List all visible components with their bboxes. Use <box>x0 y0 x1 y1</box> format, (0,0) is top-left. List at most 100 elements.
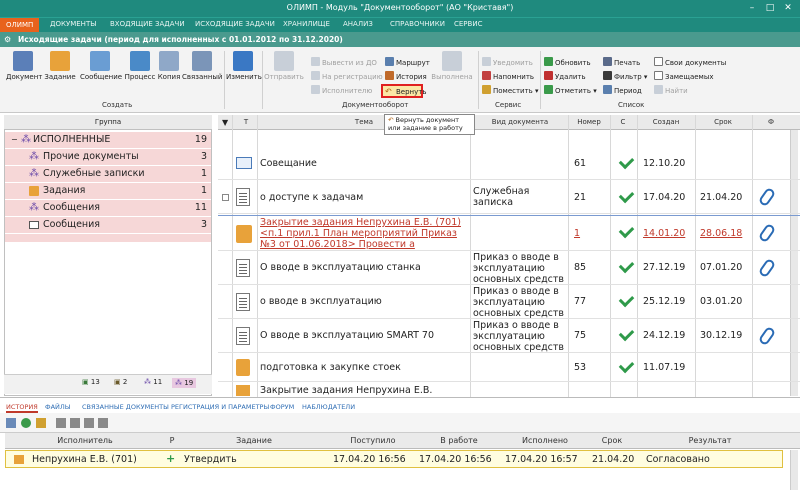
maximize-icon[interactable]: □ <box>762 2 778 15</box>
print-icon[interactable] <box>70 418 80 428</box>
history-scrollbar[interactable] <box>790 450 798 490</box>
refresh-button[interactable]: Обновить <box>544 57 591 67</box>
done-button[interactable]: Выполнена <box>430 51 474 81</box>
edit-icon[interactable] <box>6 418 16 428</box>
group-item-messages[interactable]: ⁂ Сообщения 11 <box>5 200 211 216</box>
footer-count-all[interactable]: ⁂ 19 <box>172 378 197 388</box>
remind-button[interactable]: Напомнить <box>482 71 534 81</box>
col-number[interactable]: Номер <box>569 118 609 126</box>
print-button[interactable]: Печать <box>603 57 640 67</box>
message-icon <box>236 157 252 169</box>
folder-icon[interactable] <box>36 418 46 428</box>
menu-incoming-tasks[interactable]: ВХОДЯЩИЕ ЗАДАЧИ <box>110 20 185 28</box>
history-row[interactable]: Непрухина Е.В. (701) + Утвердить 17.04.2… <box>5 450 783 468</box>
col-executed[interactable]: Исполнено <box>503 436 587 445</box>
group-icon: ⁂ <box>29 151 39 162</box>
people-icon[interactable] <box>84 418 94 428</box>
to-executor-button[interactable]: Исполнителю <box>311 85 372 95</box>
history-button[interactable]: История <box>385 71 427 81</box>
tab-forum[interactable]: ФОРУМ <box>270 403 294 411</box>
paperclip-icon[interactable] <box>757 325 777 347</box>
col-status[interactable]: С <box>611 118 635 126</box>
group-item-other-docs[interactable]: ⁂ Прочие документы 3 <box>5 149 211 165</box>
create-linked-button[interactable]: Связанный <box>182 51 222 81</box>
table-row[interactable]: Закрытие задания Непрухина Е.В. <box>218 383 800 396</box>
col-doc-kind[interactable]: Вид документа <box>472 118 568 126</box>
col-received[interactable]: Поступило <box>331 436 415 445</box>
group-icon[interactable] <box>98 418 108 428</box>
create-document-button[interactable]: Документ <box>6 51 42 81</box>
table-row[interactable]: Совещание 61 12.10.20 <box>218 148 800 180</box>
mark-button[interactable]: Отметить ▾ <box>544 85 597 95</box>
to-registration-button[interactable]: На регистрацию <box>311 71 383 81</box>
find-button[interactable]: Найти <box>654 85 688 95</box>
notify-button[interactable]: Уведомить <box>482 57 533 67</box>
substituted-checkbox[interactable]: Замещаемых <box>654 71 714 81</box>
table-row[interactable]: О вводе в эксплуатацию SMART 70 Приказ о… <box>218 320 800 353</box>
create-process-button[interactable]: Процесс <box>124 51 156 81</box>
group-icon: ⁂ <box>29 202 39 213</box>
own-documents-checkbox[interactable]: Свои документы <box>654 57 726 67</box>
paperclip-icon[interactable] <box>757 257 777 279</box>
group-item-memos[interactable]: ⁂ Служебные записки 1 <box>5 166 211 182</box>
row-checkbox[interactable] <box>222 194 229 201</box>
create-copy-button[interactable]: Копия <box>156 51 182 81</box>
table-row[interactable]: о вводе в эксплуатацию Приказ о вводе в … <box>218 286 800 319</box>
table-row[interactable]: О вводе в эксплуатацию станка Приказ о в… <box>218 252 800 285</box>
minimize-icon[interactable]: – <box>744 2 760 15</box>
footer-count-tasks[interactable]: ▣ 2 <box>114 378 127 386</box>
menu-references[interactable]: СПРАВОЧНИКИ <box>390 20 445 28</box>
col-in-work[interactable]: В работе <box>417 436 501 445</box>
col-r[interactable]: Р <box>165 436 179 445</box>
create-task-button[interactable]: Задание <box>44 51 76 81</box>
footer-count-messages[interactable]: ⁂ 11 <box>144 378 162 386</box>
table-row[interactable]: о доступе к задачам Служебная записка 21… <box>218 181 800 214</box>
col-created[interactable]: Создан <box>638 118 694 126</box>
menu-outgoing-tasks[interactable]: ИСХОДЯЩИЕ ЗАДАЧИ <box>195 20 275 28</box>
col-deadline[interactable]: Срок <box>695 118 751 126</box>
col-type[interactable]: Т <box>236 118 256 126</box>
col-assignment[interactable]: Задание <box>179 436 329 445</box>
remove-from-docflow-button[interactable]: Вывести из ДО <box>311 57 377 67</box>
menu-olimp[interactable]: ОЛИМП <box>0 18 40 33</box>
filter-icon[interactable]: ▼ <box>222 118 228 127</box>
tab-registration[interactable]: РЕГИСТРАЦИЯ И ПАРАМЕТРЫ <box>171 403 269 411</box>
close-icon[interactable]: ✕ <box>780 2 796 15</box>
footer-count-documents[interactable]: ▣ 13 <box>82 378 100 386</box>
paperclip-icon[interactable] <box>757 222 777 244</box>
refresh-icon[interactable] <box>21 418 31 428</box>
settings-icon[interactable] <box>56 418 66 428</box>
group-item-messages-2[interactable]: Сообщения 3 <box>5 217 211 233</box>
table-row[interactable]: Закрытие задания Непрухина Е.В. (701) <п… <box>218 215 800 251</box>
table-row[interactable]: подготовка к закупке стоек 53 11.07.19 <box>218 354 800 382</box>
route-button[interactable]: Маршрут <box>385 57 430 67</box>
edit-button[interactable]: Изменить <box>226 51 262 81</box>
col-deadline[interactable]: Срок <box>589 436 635 445</box>
group-icon: ⁂ <box>144 378 151 386</box>
collapse-icon[interactable]: − <box>11 135 18 144</box>
menu-documents[interactable]: ДОКУМЕНТЫ <box>50 20 96 28</box>
history-header: Исполнитель Р Задание Поступило В работе… <box>5 433 800 449</box>
tab-linked-documents[interactable]: СВЯЗАННЫЕ ДОКУМЕНТЫ <box>82 403 169 411</box>
group-item-tasks[interactable]: Задания 1 <box>5 183 211 199</box>
delete-button[interactable]: Удалить <box>544 71 586 81</box>
tab-files[interactable]: ФАЙЛЫ <box>45 403 71 411</box>
col-file[interactable]: Ф <box>754 118 788 126</box>
history-toolbar <box>0 413 800 433</box>
group-item-completed[interactable]: − ⁂ ИСПОЛНЕННЫЕ 19 <box>5 132 211 148</box>
menu-service[interactable]: СЕРВИС <box>454 20 482 28</box>
menu-storage[interactable]: ХРАНИЛИЩЕ <box>283 20 330 28</box>
tab-observers[interactable]: НАБЛЮДАТЕЛИ <box>302 403 355 411</box>
document-icon <box>236 327 250 345</box>
col-executor[interactable]: Исполнитель <box>5 436 165 445</box>
paperclip-icon[interactable] <box>757 186 777 208</box>
col-result[interactable]: Результат <box>637 436 783 445</box>
filter-button[interactable]: Фильтр ▾ <box>603 71 647 81</box>
place-button[interactable]: Поместить ▾ <box>482 85 539 95</box>
return-button[interactable]: ↶ Вернуть <box>381 84 426 98</box>
create-message-button[interactable]: Сообщение <box>80 51 122 81</box>
period-button[interactable]: Период <box>603 85 642 95</box>
send-button[interactable]: Отправить <box>264 51 304 81</box>
tab-history[interactable]: ИСТОРИЯ <box>6 403 38 413</box>
menu-analysis[interactable]: АНАЛИЗ <box>343 20 373 28</box>
